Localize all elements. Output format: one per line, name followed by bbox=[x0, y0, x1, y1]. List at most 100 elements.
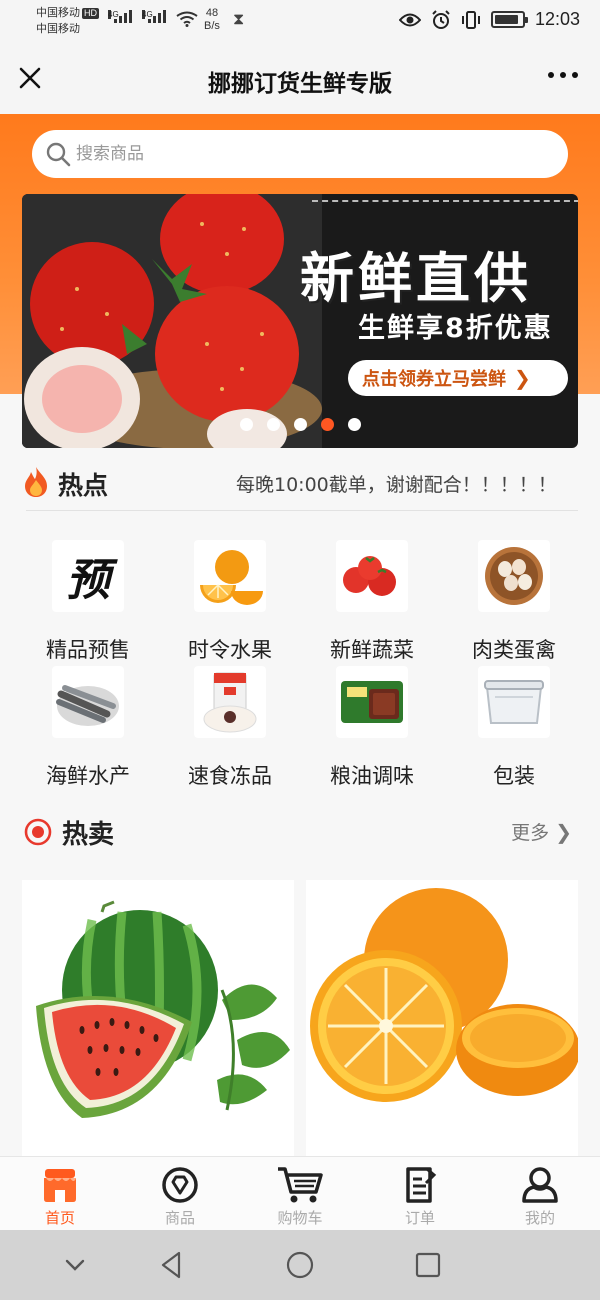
banner-headline: 新鲜直供 bbox=[300, 246, 532, 310]
title-bar: 挪挪订货生鲜专版 bbox=[0, 42, 600, 114]
network-speed: 48 B/s bbox=[204, 7, 220, 33]
wifi-icon bbox=[176, 11, 198, 27]
battery-fill bbox=[494, 15, 519, 24]
strawberry-image bbox=[22, 194, 352, 448]
chevron-down-icon[interactable] bbox=[60, 1250, 90, 1280]
network-type-2: 4G bbox=[142, 10, 153, 19]
banner-subtitle: 生鲜享8折优惠 bbox=[358, 313, 553, 344]
goods-icon bbox=[162, 1167, 198, 1203]
hd-badge: HD bbox=[82, 8, 99, 19]
chevron-right-icon: ❯ bbox=[514, 366, 531, 390]
more-label: 更多 bbox=[511, 822, 550, 844]
tab-home[interactable]: 首页 bbox=[0, 1157, 120, 1230]
claim-coupon-label: 点击领券立马尝鲜 bbox=[362, 369, 506, 390]
tab-label: 首页 bbox=[44, 1209, 75, 1227]
carousel-dot[interactable] bbox=[348, 418, 361, 431]
eye-icon bbox=[398, 13, 421, 26]
tab-label: 我的 bbox=[524, 1209, 555, 1227]
category-grain-oil[interactable]: 粮油调味 bbox=[301, 666, 443, 790]
watermelon-image bbox=[22, 880, 294, 1156]
eggs-icon bbox=[478, 540, 550, 612]
category-packaging[interactable]: 包装 bbox=[443, 666, 585, 790]
clock: 12:03 bbox=[534, 9, 580, 29]
hot-sale-title: 热卖 bbox=[62, 820, 115, 850]
more-dots-icon[interactable] bbox=[548, 72, 578, 78]
fire-icon bbox=[25, 467, 47, 497]
tab-profile[interactable]: 我的 bbox=[480, 1157, 600, 1230]
carousel-dots bbox=[240, 418, 361, 431]
signal-2-icon: 4G bbox=[142, 10, 166, 23]
hot-news-row: 热点 每晚10:00截单，谢谢配合！！！！！ bbox=[0, 456, 600, 512]
vibrate-icon bbox=[461, 10, 480, 29]
speed-value: 48 bbox=[205, 7, 219, 19]
category-label: 包装 bbox=[493, 764, 535, 788]
category-label: 速食冻品 bbox=[188, 764, 272, 788]
category-presale[interactable]: 预 精品预售 bbox=[17, 540, 159, 664]
category-seafood[interactable]: 海鲜水产 bbox=[17, 666, 159, 790]
speed-unit: B/s bbox=[204, 20, 220, 32]
claim-coupon-button[interactable]: 点击领券立马尝鲜 ❯ bbox=[348, 360, 568, 396]
tab-label: 订单 bbox=[404, 1209, 435, 1227]
signal-1-icon: 4G bbox=[108, 10, 132, 23]
promo-banner[interactable]: 新鲜直供 生鲜享8折优惠 点击领券立马尝鲜 ❯ bbox=[22, 194, 578, 448]
sauce-box-icon bbox=[336, 666, 408, 738]
order-icon bbox=[406, 1167, 437, 1203]
system-navigation-bar bbox=[0, 1230, 600, 1300]
divider bbox=[26, 510, 578, 511]
search-icon bbox=[46, 142, 71, 167]
category-label: 新鲜蔬菜 bbox=[330, 638, 414, 662]
category-fruit[interactable]: 时令水果 bbox=[159, 540, 301, 664]
tab-cart[interactable]: 购物车 bbox=[240, 1157, 360, 1230]
category-label: 精品预售 bbox=[46, 638, 130, 662]
product-card[interactable] bbox=[22, 880, 294, 1156]
user-icon bbox=[522, 1167, 558, 1203]
status-bar: 中国移动 HD 中国移动 4G 4G 48 B/s ⧗ 12:03 bbox=[0, 0, 600, 42]
home-icon[interactable] bbox=[285, 1250, 315, 1280]
category-meat-eggs[interactable]: 肉类蛋禽 bbox=[443, 540, 585, 664]
hourglass-icon: ⧗ bbox=[233, 11, 245, 28]
hot-sale-header: 热卖 更多 ❯ bbox=[0, 806, 600, 856]
more-link[interactable]: 更多 ❯ bbox=[511, 818, 572, 845]
target-icon bbox=[24, 818, 52, 846]
category-vegetables[interactable]: 新鲜蔬菜 bbox=[301, 540, 443, 664]
search-input[interactable] bbox=[76, 144, 516, 164]
page-title: 挪挪订货生鲜专版 bbox=[208, 71, 392, 97]
cart-icon bbox=[278, 1167, 323, 1203]
fish-icon bbox=[52, 666, 124, 738]
carrier-2: 中国移动 bbox=[36, 23, 80, 35]
search-bar[interactable] bbox=[32, 130, 568, 178]
back-icon[interactable] bbox=[157, 1250, 187, 1280]
carousel-dot[interactable] bbox=[240, 418, 253, 431]
carrier-1: 中国移动 bbox=[36, 7, 80, 19]
carousel-dot[interactable] bbox=[267, 418, 280, 431]
category-label: 粮油调味 bbox=[330, 764, 414, 788]
battery-icon bbox=[490, 11, 528, 28]
orange-fruit-icon bbox=[194, 540, 266, 612]
notice-marquee[interactable]: 每晚10:00截单，谢谢配合！！！！！ bbox=[236, 470, 586, 497]
tab-label: 购物车 bbox=[277, 1209, 323, 1227]
hot-news-title: 热点 bbox=[58, 471, 109, 500]
tab-label: 商品 bbox=[164, 1209, 195, 1227]
dumpling-pack-icon bbox=[194, 666, 266, 738]
tab-orders[interactable]: 订单 bbox=[360, 1157, 480, 1230]
category-label: 时令水果 bbox=[188, 638, 272, 662]
tomato-icon bbox=[336, 540, 408, 612]
presale-glyph: 预 bbox=[66, 555, 110, 606]
chevron-right-icon: ❯ bbox=[555, 820, 572, 844]
container-icon bbox=[478, 666, 550, 738]
shop-icon bbox=[44, 1169, 76, 1202]
product-card[interactable] bbox=[306, 880, 578, 1156]
alarm-icon bbox=[432, 9, 450, 29]
carousel-dot[interactable] bbox=[294, 418, 307, 431]
bottom-tab-bar: 首页 商品 购物车 订单 我的 bbox=[0, 1156, 600, 1230]
carrier-info: 中国移动 HD 中国移动 bbox=[36, 5, 99, 37]
category-label: 海鲜水产 bbox=[46, 764, 130, 788]
network-type-1: 4G bbox=[108, 10, 119, 19]
category-label: 肉类蛋禽 bbox=[472, 638, 556, 662]
recents-icon[interactable] bbox=[413, 1250, 443, 1280]
category-frozen[interactable]: 速食冻品 bbox=[159, 666, 301, 790]
tab-goods[interactable]: 商品 bbox=[120, 1157, 240, 1230]
carousel-dot-active[interactable] bbox=[321, 418, 334, 431]
presale-icon: 预 bbox=[52, 540, 124, 612]
orange-image bbox=[306, 880, 578, 1156]
